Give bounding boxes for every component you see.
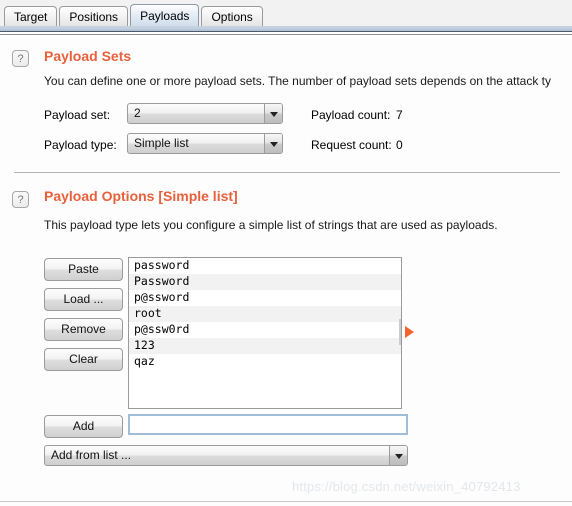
list-item[interactable]: root (129, 306, 401, 322)
payload-type-value: Simple list (134, 136, 189, 150)
payload-type-label: Payload type: (44, 138, 117, 152)
payload-count-label: Payload count: (311, 108, 391, 122)
chevron-down-icon[interactable] (264, 134, 282, 153)
payload-set-value: 2 (134, 106, 141, 120)
remove-button[interactable]: Remove (44, 318, 123, 341)
tab-strip: Target Positions Payloads Options (4, 4, 265, 27)
bottom-rule (0, 501, 572, 502)
add-button[interactable]: Add (44, 415, 123, 438)
expander-bar (399, 319, 401, 345)
question-mark-icon[interactable]: ? (12, 191, 29, 208)
tab-bar: Target Positions Payloads Options (0, 0, 572, 32)
add-from-list-label: Add from list ... (51, 448, 132, 462)
chevron-down-icon[interactable] (389, 446, 407, 465)
tab-payloads[interactable]: Payloads (130, 4, 200, 27)
triangle-right-icon[interactable] (399, 319, 417, 345)
tab-bar-separator (0, 32, 572, 35)
list-item[interactable]: Password (129, 274, 401, 290)
tab-target[interactable]: Target (4, 6, 58, 27)
payload-list[interactable]: password Password p@ssword root p@ssw0rd… (128, 257, 402, 409)
request-count-label: Request count: (311, 138, 392, 152)
section-divider (14, 172, 560, 173)
list-item[interactable]: password (129, 258, 401, 274)
payload-options-title: Payload Options [Simple list] (44, 188, 238, 204)
expander-triangle (405, 326, 414, 338)
payload-set-dropdown[interactable]: 2 (127, 103, 283, 124)
tab-positions[interactable]: Positions (59, 6, 129, 27)
question-mark-icon[interactable]: ? (12, 50, 29, 67)
add-from-list-dropdown[interactable]: Add from list ... (44, 445, 408, 466)
payloads-panel: ? Payload Sets You can define one or mor… (0, 36, 572, 506)
payload-sets-description: You can define one or more payload sets.… (44, 74, 551, 88)
payload-type-dropdown[interactable]: Simple list (127, 133, 283, 154)
list-item[interactable]: qaz (129, 354, 401, 370)
clear-button[interactable]: Clear (44, 348, 123, 371)
load-button[interactable]: Load ... (44, 288, 123, 311)
add-payload-input[interactable] (128, 414, 408, 435)
payload-sets-title: Payload Sets (44, 48, 132, 64)
payload-count-value: 7 (396, 108, 403, 122)
payload-set-label: Payload set: (44, 108, 111, 122)
paste-button[interactable]: Paste (44, 258, 123, 281)
list-item[interactable]: p@ssw0rd (129, 322, 401, 338)
chevron-down-icon[interactable] (264, 104, 282, 123)
list-item[interactable]: 123 (129, 338, 401, 354)
tab-options[interactable]: Options (201, 6, 263, 27)
list-item[interactable]: p@ssword (129, 290, 401, 306)
payload-options-description: This payload type lets you configure a s… (44, 218, 498, 232)
watermark-text: https://blog.csdn.net/weixin_40792413 (292, 479, 521, 494)
request-count-value: 0 (396, 138, 403, 152)
